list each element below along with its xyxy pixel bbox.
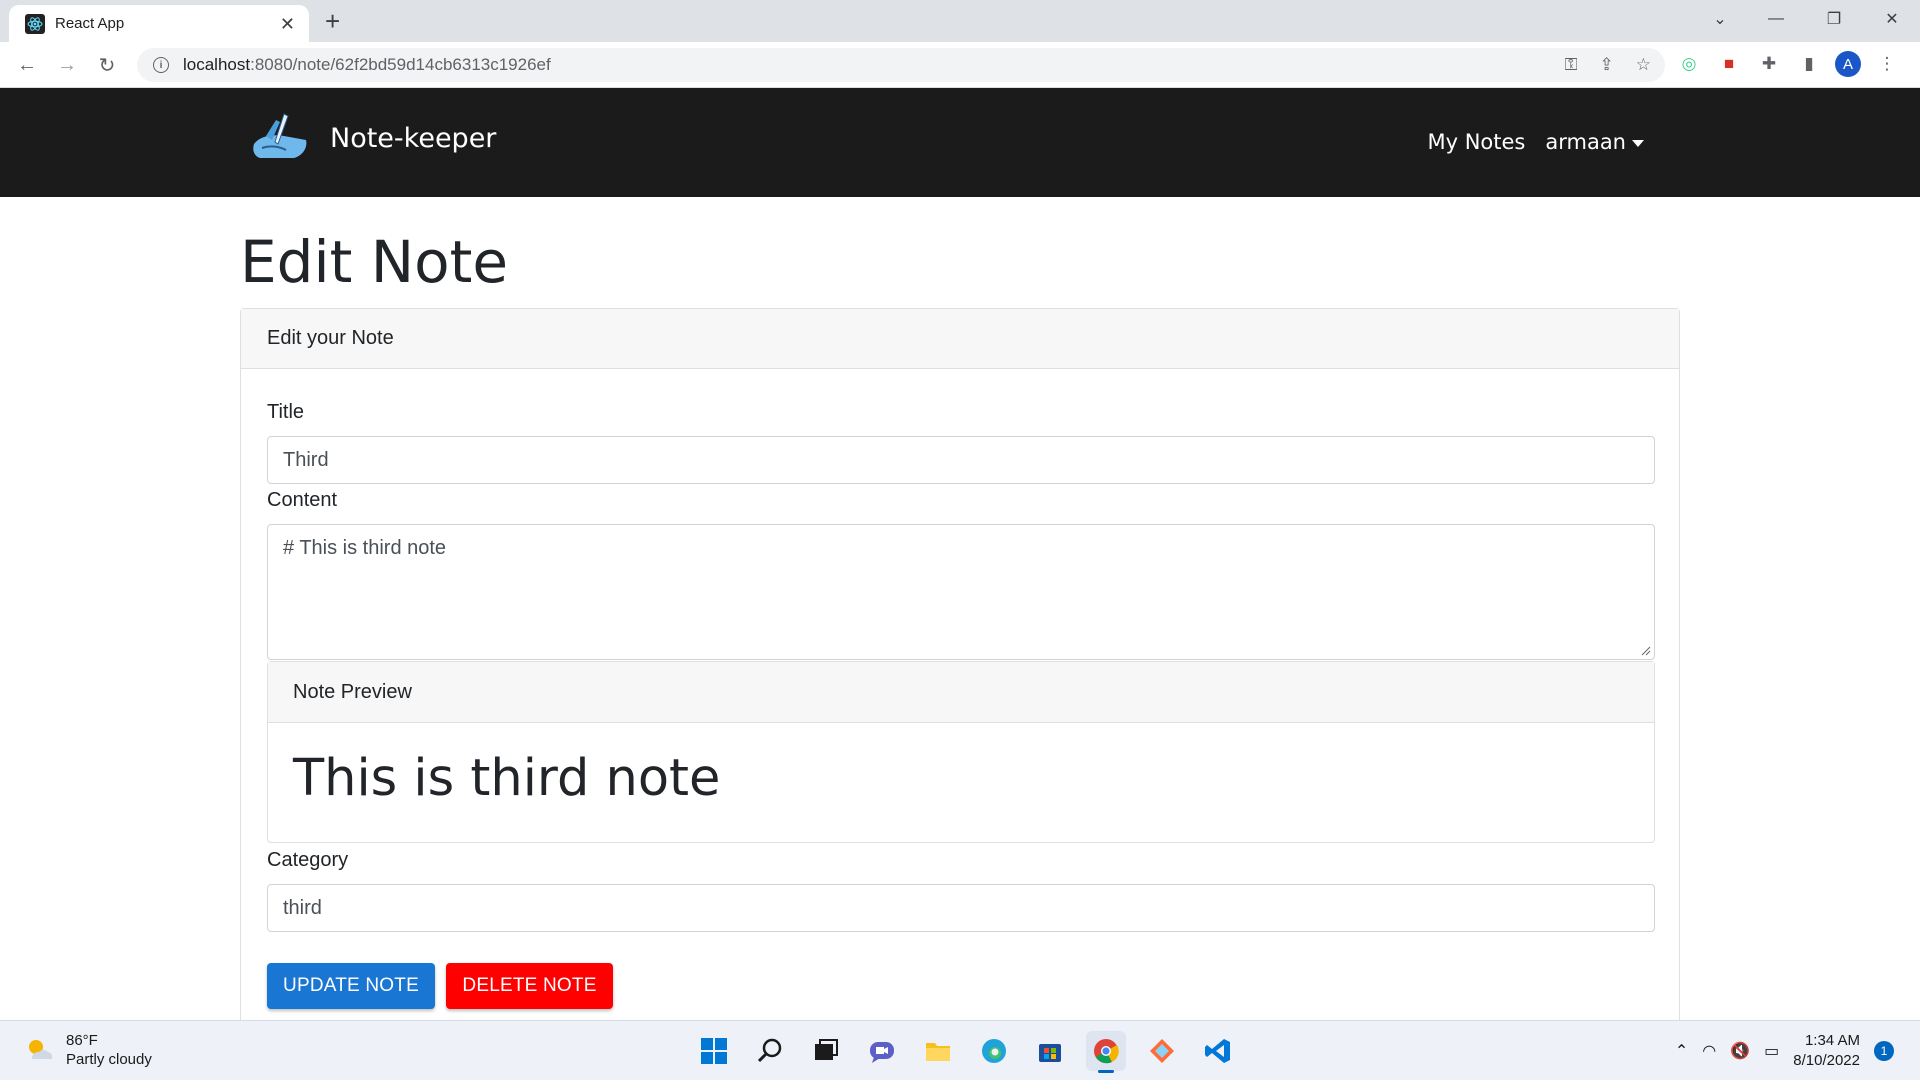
windows-start-icon[interactable] (694, 1031, 734, 1071)
forward-arrow-icon[interactable]: → (52, 50, 82, 80)
bookmark-star-icon[interactable]: ☆ (1636, 55, 1651, 75)
tab-close-icon[interactable]: ✕ (280, 15, 295, 33)
weather-temp: 86°F (66, 1032, 98, 1049)
address-bar[interactable]: i localhost:8080/note/62f2bd59d14cb6313c… (137, 48, 1665, 82)
key-icon[interactable]: ⚿ (1565, 55, 1578, 75)
edit-note-card: Edit your Note Title Third Content # Thi… (240, 308, 1680, 1028)
close-window-icon[interactable]: ✕ (1864, 0, 1920, 38)
reload-icon[interactable]: ↻ (92, 50, 122, 80)
chevron-up-icon[interactable]: ⌃ (1675, 1041, 1688, 1061)
minimize-icon[interactable]: — (1748, 0, 1804, 38)
page-title: Edit Note (240, 228, 509, 296)
app-navbar: Note-keeper My Notes armaan (0, 88, 1920, 197)
category-label: Category (267, 849, 349, 871)
react-favicon-icon (25, 13, 45, 34)
clock-date: 8/10/2022 (1793, 1052, 1860, 1069)
windows-taskbar: 86°F Partly cloudy ⌃ ◠ 🔇 ▭ 1:34 AM 8/10/… (0, 1020, 1920, 1080)
nav-my-notes-link[interactable]: My Notes (1427, 130, 1525, 154)
extensions-puzzle-icon[interactable]: ✚ (1755, 50, 1783, 78)
preview-heading: This is third note (293, 749, 721, 808)
profile-avatar[interactable]: A (1835, 51, 1861, 77)
content-textarea[interactable]: # This is third note (267, 524, 1655, 660)
content-label: Content (267, 489, 338, 511)
search-icon[interactable] (750, 1031, 790, 1071)
browser-menu-icon[interactable]: ⋮ (1873, 50, 1901, 78)
browser-tab-strip: React App ✕ + ⌄ — ❐ ✕ (0, 0, 1920, 42)
clock[interactable]: 1:34 AM 8/10/2022 (1793, 1031, 1860, 1071)
wifi-icon[interactable]: ◠ (1702, 1041, 1716, 1061)
weather-widget[interactable]: 86°F Partly cloudy (24, 1031, 152, 1069)
content-text: # This is third note (283, 537, 447, 559)
speaker-muted-icon[interactable]: 🔇 (1730, 1041, 1750, 1061)
category-input[interactable]: third (267, 884, 1655, 932)
extension-red-icon[interactable]: ■ (1715, 50, 1743, 78)
store-icon[interactable] (1030, 1031, 1070, 1071)
site-info-icon[interactable]: i (153, 57, 169, 73)
weather-desc: Partly cloudy (66, 1051, 152, 1068)
tab-search-chevron-icon[interactable]: ⌄ (1692, 0, 1748, 38)
share-icon[interactable]: ⇪ (1600, 55, 1614, 75)
title-input[interactable]: Third (267, 436, 1655, 484)
url-text: localhost:8080/note/62f2bd59d14cb6313c19… (183, 55, 551, 74)
system-tray: ⌃ ◠ 🔇 ▭ 1:34 AM 8/10/2022 1 (1675, 1031, 1894, 1071)
back-arrow-icon[interactable]: ← (12, 50, 42, 80)
app-icon[interactable] (1142, 1031, 1182, 1071)
chrome-icon[interactable] (1086, 1031, 1126, 1073)
browser-toolbar: ← → ↻ i localhost:8080/note/62f2bd59d14c… (0, 42, 1920, 88)
task-view-icon[interactable] (806, 1031, 846, 1071)
card-header: Edit your Note (241, 309, 1679, 369)
battery-icon[interactable]: ▭ (1764, 1041, 1779, 1061)
browser-tab-active[interactable]: React App ✕ (9, 5, 309, 42)
partly-cloudy-icon (29, 1040, 53, 1059)
extension-green-icon[interactable]: ◎ (1675, 50, 1703, 78)
delete-note-button[interactable]: DELETE NOTE (446, 963, 613, 1009)
note-keeper-logo-icon (253, 113, 307, 158)
restore-icon[interactable]: ❐ (1806, 0, 1862, 38)
chat-icon[interactable] (862, 1031, 902, 1071)
clock-time: 1:34 AM (1804, 1032, 1860, 1049)
title-label: Title (267, 401, 305, 423)
notification-badge[interactable]: 1 (1874, 1041, 1894, 1061)
side-panel-icon[interactable]: ▮ (1795, 50, 1823, 78)
brand-link[interactable]: Note-keeper (250, 110, 496, 166)
edge-icon[interactable] (974, 1031, 1014, 1071)
update-note-button[interactable]: UPDATE NOTE (267, 963, 435, 1009)
preview-header: Note Preview (268, 662, 1654, 723)
vscode-icon[interactable] (1198, 1031, 1238, 1071)
new-tab-icon[interactable]: + (325, 6, 340, 36)
tab-title: React App (55, 15, 125, 32)
brand-name: Note-keeper (330, 122, 497, 154)
note-preview-card: Note Preview This is third note (267, 661, 1655, 843)
file-explorer-icon[interactable] (918, 1031, 958, 1071)
caret-down-icon (1632, 139, 1644, 147)
resize-handle-icon[interactable] (1641, 646, 1651, 656)
user-dropdown-toggle[interactable]: armaan (1545, 130, 1644, 154)
